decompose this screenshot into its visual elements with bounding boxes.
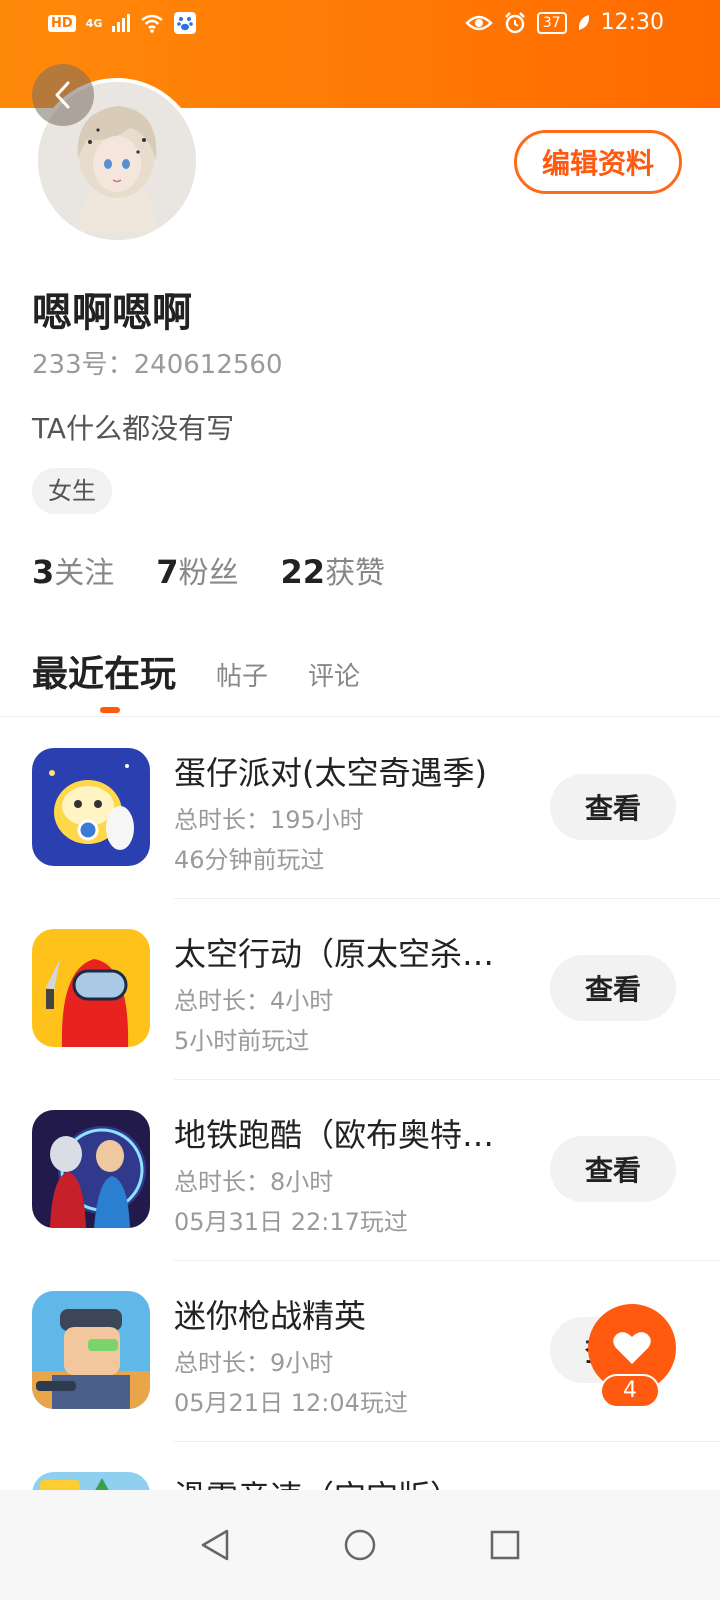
like-count-badge: 4	[600, 1374, 660, 1408]
game-last-played: 5小时前玩过	[174, 1027, 310, 1055]
profile-id: 233号：240612560	[32, 350, 283, 380]
back-triangle-icon[interactable]	[199, 1528, 231, 1562]
system-nav-bar	[0, 1490, 720, 1600]
hd-badge: HD	[48, 14, 76, 32]
edit-profile-button[interactable]: 编辑资料	[514, 130, 682, 194]
game-last-played: 46分钟前玩过	[174, 846, 325, 874]
game-last-played: 05月31日 22:17玩过	[174, 1208, 408, 1236]
chevron-left-icon	[55, 81, 70, 109]
stat-likes[interactable]: 22获赞	[281, 548, 386, 592]
signal-icon	[112, 14, 131, 32]
recents-square-icon[interactable]	[489, 1529, 521, 1561]
eye-icon	[465, 15, 493, 30]
network-label: 4G	[85, 16, 103, 30]
wifi-icon	[141, 14, 164, 33]
profile-name: 嗯啊嗯啊	[32, 290, 192, 336]
list-item[interactable]: 蛋仔派对(太空奇遇季) 总时长：195小时 46分钟前玩过 查看	[0, 718, 720, 899]
status-bar: HD 4G 37 12:30	[0, 0, 720, 48]
space-action-icon	[32, 929, 150, 1047]
profile-bio: TA什么都没有写	[32, 412, 235, 445]
game-title: 地铁跑酷（欧布奥特…	[174, 1116, 495, 1154]
list-item[interactable]: 太空行动（原太空杀… 总时长：4小时 5小时前玩过 查看	[0, 899, 720, 1080]
tab-recently-played[interactable]: 最近在玩	[32, 645, 176, 713]
eggy-party-icon	[32, 748, 150, 866]
alarm-icon	[504, 11, 525, 33]
game-last-played: 05月21日 12:04玩过	[174, 1389, 408, 1417]
tab-posts[interactable]: 帖子	[216, 656, 268, 697]
gender-tag: 女生	[32, 468, 112, 514]
view-button[interactable]: 查看	[550, 774, 676, 840]
stat-label: 获赞	[325, 556, 386, 591]
game-duration: 总时长：9小时	[174, 1349, 334, 1377]
paw-app-icon	[174, 12, 197, 34]
battery-icon: 37	[536, 11, 567, 34]
tab-comments[interactable]: 评论	[308, 656, 360, 697]
stat-value: 7	[156, 553, 179, 591]
game-title: 迷你枪战精英	[174, 1297, 367, 1335]
status-time: 12:30	[600, 10, 664, 35]
profile-stats: 3关注 7粉丝 22获赞	[32, 548, 385, 592]
stat-following[interactable]: 3关注	[32, 548, 114, 592]
stat-label: 关注	[54, 556, 115, 591]
game-title: 蛋仔派对(太空奇遇季)	[174, 754, 487, 792]
game-title: 太空行动（原太空杀…	[174, 935, 495, 973]
stat-value: 22	[280, 553, 326, 591]
profile-tabs: 最近在玩 帖子 评论	[32, 645, 360, 713]
leaf-icon	[578, 14, 589, 30]
stat-label: 粉丝	[178, 556, 239, 591]
list-item[interactable]: 地铁跑酷（欧布奥特… 总时长：8小时 05月31日 22:17玩过 查看	[0, 1080, 720, 1261]
stat-value: 3	[32, 553, 55, 591]
game-duration: 总时长：195小时	[174, 806, 364, 834]
view-button[interactable]: 查看	[550, 955, 676, 1021]
tabs-divider	[0, 716, 720, 717]
game-duration: 总时长：8小时	[174, 1168, 334, 1196]
heart-icon	[613, 1332, 651, 1364]
game-duration: 总时长：4小时	[174, 987, 334, 1015]
back-button[interactable]	[32, 64, 94, 126]
view-button[interactable]: 查看	[550, 1136, 676, 1202]
stat-followers[interactable]: 7粉丝	[156, 548, 238, 592]
subway-surfers-icon	[32, 1110, 150, 1228]
home-circle-icon[interactable]	[343, 1528, 377, 1562]
mini-gunfight-icon	[32, 1291, 150, 1409]
game-list: 蛋仔派对(太空奇遇季) 总时长：195小时 46分钟前玩过 查看 太空行动（原太…	[0, 718, 720, 1600]
